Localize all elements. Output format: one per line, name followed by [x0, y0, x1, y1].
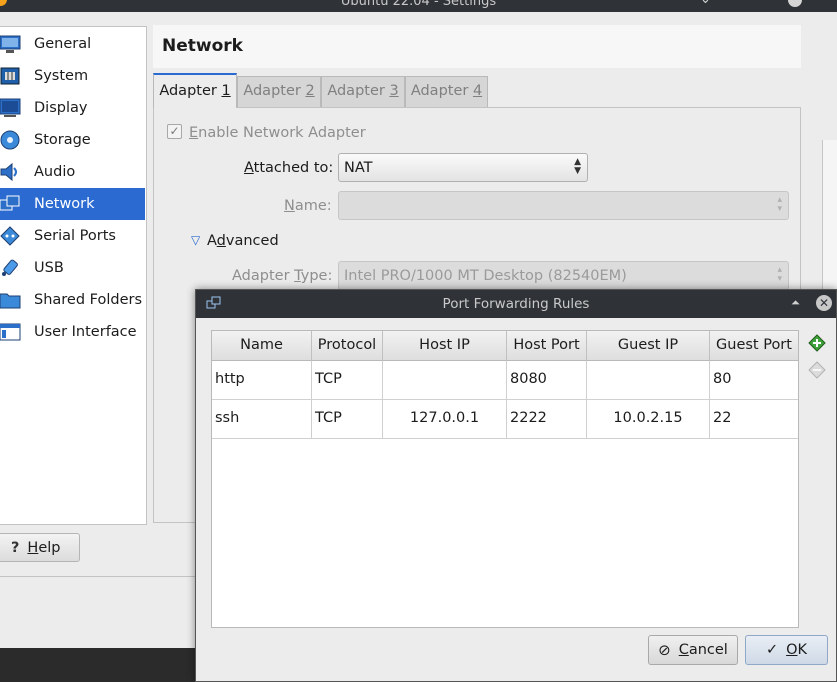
monitor-icon: [0, 33, 22, 55]
column-header-name[interactable]: Name: [212, 331, 312, 361]
tab-adapter-3[interactable]: Adapter 3: [321, 76, 405, 107]
table-row[interactable]: ssh TCP 127.0.0.1 2222 10.0.2.15 22: [212, 400, 798, 439]
sidebar-item-label: Display: [34, 100, 88, 116]
table-row[interactable]: http TCP 8080 80: [212, 361, 798, 400]
folder-icon: [0, 289, 22, 311]
chip-icon: [0, 65, 22, 87]
divider: [0, 576, 200, 577]
select-arrows-icon: ▲ ▼: [574, 157, 581, 176]
tab-adapter-1[interactable]: Adapter 1: [153, 73, 237, 108]
select-arrows-icon: ▴ ▾: [777, 265, 782, 284]
maximize-button[interactable]: ⌃: [745, 0, 756, 7]
cell-name[interactable]: http: [212, 361, 312, 399]
cell-host-ip[interactable]: 127.0.0.1: [383, 400, 507, 438]
speaker-icon: [0, 161, 22, 183]
cell-host-port[interactable]: 8080: [507, 361, 587, 399]
window-title: Ubuntu 22.04 - Settings: [340, 0, 497, 9]
sidebar-item-label: Shared Folders: [34, 292, 143, 308]
cell-host-ip[interactable]: [383, 361, 507, 399]
attached-to-select[interactable]: NAT ▲ ▼: [338, 153, 588, 182]
select-arrows-icon: ▴ ▾: [777, 195, 782, 214]
sidebar-item-display[interactable]: Display: [0, 92, 145, 124]
dialog-titlebar: Port Forwarding Rules ⏶ ✕: [196, 290, 836, 318]
column-header-guest-ip[interactable]: Guest IP: [587, 331, 710, 361]
remove-rule-icon[interactable]: [807, 360, 827, 380]
cancel-icon: ⊘: [658, 641, 671, 659]
adapter-type-label: Adapter Type:: [232, 268, 333, 284]
cell-host-port[interactable]: 2222: [507, 400, 587, 438]
adapter-type-select[interactable]: Intel PRO/1000 MT Desktop (82540EM) ▴ ▾: [338, 261, 789, 290]
check-icon: ✓: [765, 642, 779, 658]
sidebar-item-network[interactable]: Network: [0, 188, 145, 220]
page-header: Network: [153, 25, 801, 68]
sidebar-item-general[interactable]: General: [0, 28, 145, 60]
dialog-title: Port Forwarding Rules: [442, 296, 590, 312]
column-header-guest-port[interactable]: Guest Port: [710, 331, 798, 361]
enable-adapter-label: Enable Network Adapter: [189, 125, 366, 141]
cell-protocol[interactable]: TCP: [312, 361, 383, 399]
minimize-button[interactable]: ⌄: [700, 0, 711, 7]
ok-button-label: OK: [786, 642, 808, 658]
port-forwarding-table: Name Protocol Host IP Host Port Guest IP…: [211, 330, 799, 628]
disk-icon: [0, 129, 22, 151]
network-icon: [0, 193, 22, 215]
table-header: Name Protocol Host IP Host Port Guest IP…: [212, 331, 798, 361]
cancel-button-label: Cancel: [678, 642, 728, 658]
add-rule-icon[interactable]: [807, 333, 827, 353]
tab-adapter-4[interactable]: Adapter 4: [405, 76, 488, 107]
cell-protocol[interactable]: TCP: [312, 400, 383, 438]
column-header-host-port[interactable]: Host Port: [507, 331, 587, 361]
sidebar-item-user-interface[interactable]: User Interface: [0, 316, 145, 348]
cell-guest-port[interactable]: 80: [710, 361, 798, 399]
sidebar-item-shared-folders[interactable]: Shared Folders: [0, 284, 145, 316]
enable-adapter-checkbox[interactable]: ✓: [167, 124, 182, 139]
cell-guest-ip[interactable]: 10.0.2.15: [587, 400, 710, 438]
sidebar-item-label: User Interface: [34, 324, 137, 340]
help-button-label: Help: [27, 539, 61, 556]
sidebar-item-audio[interactable]: Audio: [0, 156, 145, 188]
attached-to-label: Attached to:: [244, 160, 334, 176]
shade-button[interactable]: ⏶: [791, 296, 800, 310]
sidebar-item-label: General: [34, 36, 92, 52]
column-header-protocol[interactable]: Protocol: [312, 331, 383, 361]
window-icon: [0, 321, 22, 343]
column-header-host-ip[interactable]: Host IP: [383, 331, 507, 361]
usb-icon: [0, 257, 22, 279]
side-panel-edge: [822, 140, 837, 290]
sidebar-item-usb[interactable]: USB: [0, 252, 145, 284]
sidebar-item-label: Storage: [34, 132, 91, 148]
sidebar-item-serial-ports[interactable]: Serial Ports: [0, 220, 145, 252]
sidebar-item-storage[interactable]: Storage: [0, 124, 145, 156]
window-titlebar: Ubuntu 22.04 - Settings ⌄ ⌃: [0, 0, 837, 12]
cell-guest-ip[interactable]: [587, 361, 710, 399]
sidebar-item-label: Serial Ports: [34, 228, 116, 244]
sidebar-item-label: Network: [34, 196, 95, 212]
help-icon: ?: [11, 539, 20, 556]
name-select[interactable]: ▴ ▾: [338, 191, 789, 220]
sidebar-item-label: System: [34, 68, 89, 84]
port-forwarding-dialog: Port Forwarding Rules ⏶ ✕ Name Protocol …: [195, 289, 837, 682]
sidebar-item-label: Audio: [34, 164, 76, 180]
dialog-close-button[interactable]: ✕: [816, 295, 832, 311]
cell-name[interactable]: ssh: [212, 400, 312, 438]
display-icon: [0, 97, 22, 119]
name-label: Name:: [284, 198, 332, 214]
cell-guest-port[interactable]: 22: [710, 400, 798, 438]
advanced-expand-icon[interactable]: ▽: [191, 233, 200, 247]
advanced-toggle-label[interactable]: Advanced: [207, 233, 279, 249]
ok-button[interactable]: ✓ OK: [745, 635, 828, 665]
help-button[interactable]: ? Help: [0, 533, 80, 562]
page-title: Network: [162, 36, 243, 56]
cancel-button[interactable]: ⊘ Cancel: [648, 635, 738, 665]
sidebar-item-label: USB: [34, 260, 64, 276]
serial-port-icon: [0, 225, 22, 247]
tab-adapter-2[interactable]: Adapter 2: [237, 76, 321, 107]
settings-sidebar: General System Display Storage Audio Net…: [0, 26, 147, 525]
sidebar-item-system[interactable]: System: [0, 60, 145, 92]
